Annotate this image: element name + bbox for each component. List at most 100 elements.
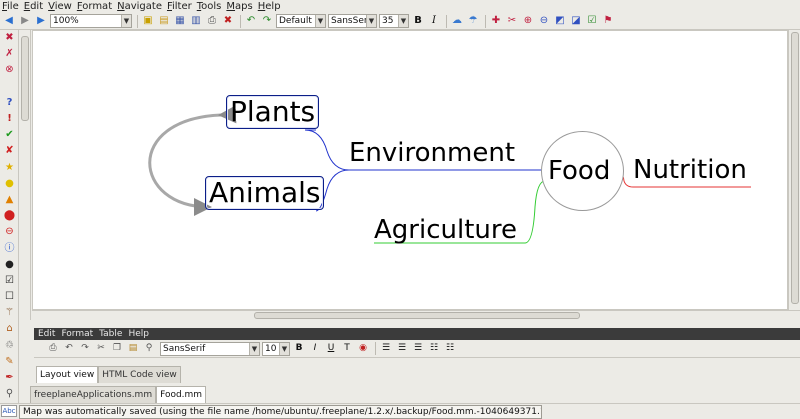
tag-icon[interactable]: ⚑ [601,14,615,28]
copy-icon[interactable]: ❐ [110,342,124,356]
text-color-icon[interactable]: ◉ [356,342,370,356]
menu-file[interactable]: File [2,1,19,12]
menu-view[interactable]: View [48,1,72,12]
icon-toolbar-scrollbar[interactable] [20,30,31,320]
bold-icon[interactable]: B [292,342,306,356]
pencil-icon[interactable]: ✎ [0,354,19,370]
checkbox-icon[interactable]: ☐ [0,289,19,305]
stop-icon[interactable]: ⬤ [0,208,19,224]
filter-icon[interactable]: ☑ [585,14,599,28]
italic-button[interactable]: I [427,14,441,28]
underline-icon[interactable]: U [324,342,338,356]
italic-icon[interactable]: I [308,342,322,356]
remove-link-icon[interactable]: ✂ [505,14,519,28]
tab-layout-view[interactable]: Layout view [36,366,99,383]
align-right-icon[interactable]: ☰ [411,342,425,356]
menu-edit[interactable]: Edit [24,1,43,12]
editor-menu-edit[interactable]: Edit [38,329,55,339]
home-icon[interactable]: ⌂ [0,321,19,337]
fold-icon[interactable]: ⊖ [537,14,551,28]
bold-button[interactable]: B [411,14,425,28]
back-icon[interactable]: ◀ [2,14,16,28]
checkbox-checked-icon[interactable]: ☑ [0,273,19,289]
canvas-horizontal-scrollbar[interactable] [32,310,800,320]
question-icon[interactable]: ? [0,95,19,111]
style-select[interactable]: Default ▼ [276,14,326,28]
cross-icon[interactable]: ✘ [0,143,19,159]
numbered-list-icon[interactable]: ☷ [443,342,457,356]
open-icon[interactable]: ▤ [157,14,171,28]
undo-icon[interactable]: ↶ [62,342,76,356]
font-select[interactable]: SansSerif ▼ [328,14,377,28]
magnifier-icon[interactable]: ⚲ [0,386,19,402]
canvas-vertical-scrollbar[interactable] [788,30,800,310]
menu-tools[interactable]: Tools [197,1,222,12]
forward-icon[interactable]: ▶ [18,14,32,28]
scrollbar-thumb[interactable] [254,312,580,319]
editor-menu-format[interactable]: Format [61,329,93,339]
editor-size-select[interactable]: 10 ▼ [262,341,290,356]
editor-font-select[interactable]: SansSerif ▼ [160,341,260,356]
menu-filter[interactable]: Filter [167,1,192,12]
add-link-icon[interactable]: ✚ [489,14,503,28]
find-icon[interactable]: ⚲ [142,342,156,356]
splitter[interactable] [32,320,800,328]
exclamation-icon[interactable]: ! [0,111,19,127]
tab-freeplane-applications[interactable]: freeplaneApplications.mm [30,386,157,403]
remove-icons-icon[interactable]: ✖ [0,30,19,46]
menu-maps[interactable]: Maps [226,1,252,12]
print-icon[interactable]: ⎙ [46,342,60,356]
cloud-color-icon[interactable]: ☂ [466,14,480,28]
save-icon[interactable]: ▦ [173,14,187,28]
tab-food-map[interactable]: Food.mm [156,386,207,403]
save-as-icon[interactable]: ▥ [189,14,203,28]
align-center-icon[interactable]: ☰ [395,342,409,356]
warning-icon[interactable]: ▲ [0,192,19,208]
node-environment[interactable]: Environment [349,140,515,166]
no-entry-icon[interactable]: ⊖ [0,224,19,240]
node-plants[interactable]: Plants [226,95,320,129]
zoom-select[interactable]: 100% ▼ [50,14,132,28]
spellcheck-icon[interactable]: Abc [1,405,17,417]
redo-icon[interactable]: ↷ [260,14,274,28]
undo-icon[interactable]: ↶ [244,14,258,28]
forward-end-icon[interactable]: ▶ [34,14,48,28]
node-food-root[interactable]: Food [548,158,610,184]
redo-icon[interactable]: ↷ [78,342,92,356]
align-left-icon[interactable]: ☰ [379,342,393,356]
pen-icon[interactable]: ✒ [0,370,19,386]
unfold-icon[interactable]: ⊕ [521,14,535,28]
paste-icon[interactable]: ▤ [126,342,140,356]
bomb-icon[interactable]: ● [0,257,19,273]
menu-format[interactable]: Format [77,1,112,12]
cut-icon[interactable]: ✂ [94,342,108,356]
scrollbar-thumb[interactable] [21,36,29,121]
tab-html-code-view[interactable]: HTML Code view [98,366,181,383]
strikethrough-icon[interactable]: T [340,342,354,356]
mind-map-canvas[interactable]: Plants Animals Environment Agriculture F… [32,30,788,310]
info-icon[interactable]: ⓘ [0,240,19,256]
new-map-icon[interactable]: ▣ [141,14,155,28]
recycle-icon[interactable]: ♲ [0,338,19,354]
node-up-icon[interactable]: ◩ [553,14,567,28]
star-icon[interactable]: ★ [0,160,19,176]
print-icon[interactable]: ⎙ [205,14,219,28]
node-nutrition[interactable]: Nutrition [633,157,747,183]
editor-menu-table[interactable]: Table [99,329,122,339]
close-map-icon[interactable]: ✖ [221,14,235,28]
node-down-icon[interactable]: ◪ [569,14,583,28]
check-icon[interactable]: ✔ [0,127,19,143]
node-animals[interactable]: Animals [205,176,325,210]
lightbulb-icon[interactable]: ● [0,176,19,192]
cloud-icon[interactable]: ☁ [450,14,464,28]
node-agriculture[interactable]: Agriculture [374,217,517,243]
menu-help[interactable]: Help [258,1,281,12]
scrollbar-thumb[interactable] [791,32,799,304]
magic-wand-icon[interactable]: ⚚ [0,305,19,321]
remove-first-icon-icon[interactable]: ⊗ [0,62,19,78]
font-size-select[interactable]: 35 ▼ [379,14,409,28]
menu-navigate[interactable]: Navigate [117,1,162,12]
editor-menu-help[interactable]: Help [128,329,149,339]
remove-last-icon-icon[interactable]: ✗ [0,46,19,62]
list-icon[interactable]: ☷ [427,342,441,356]
